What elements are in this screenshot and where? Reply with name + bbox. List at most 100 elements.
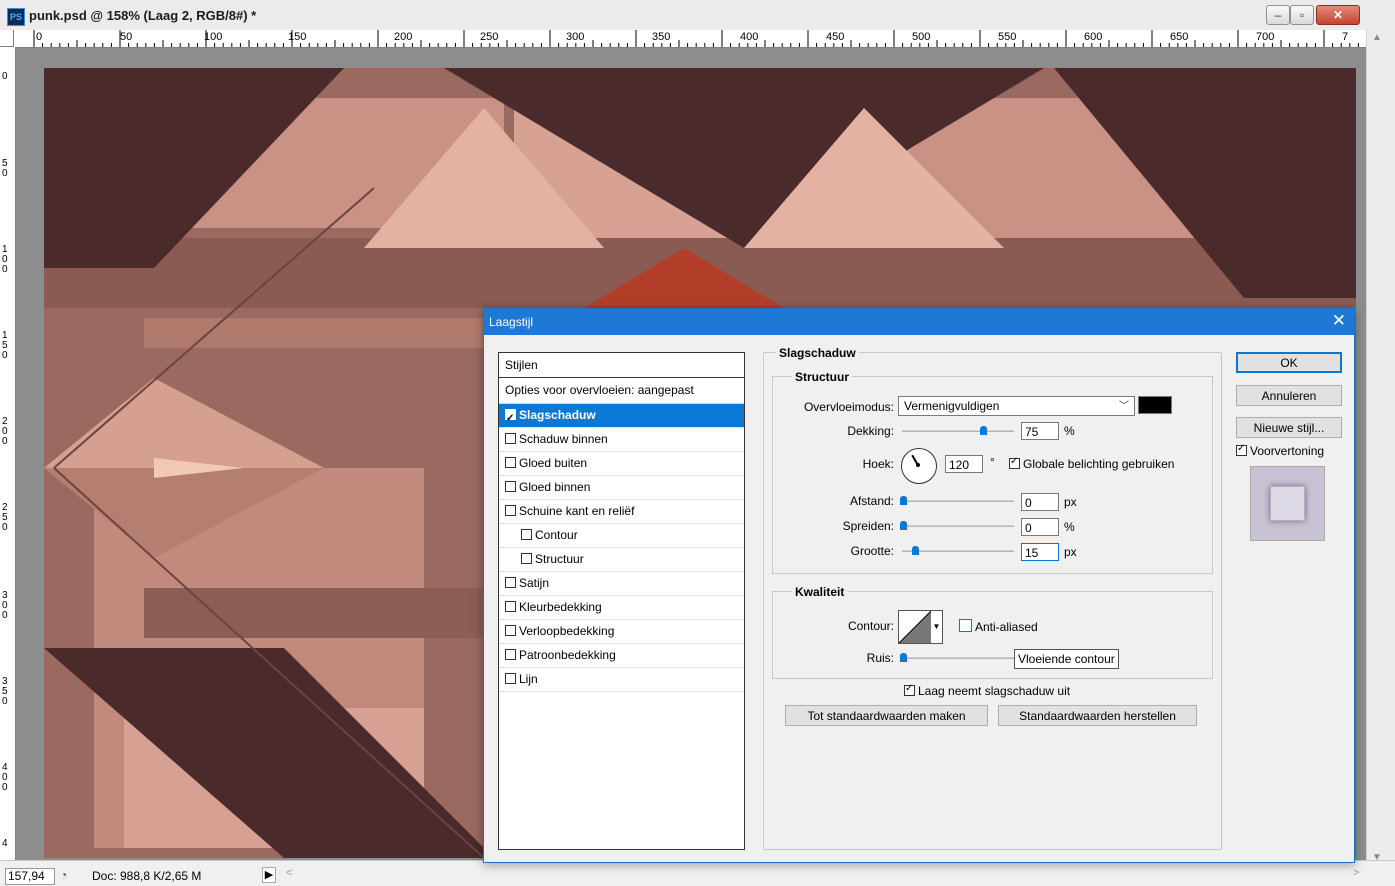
style-item-stroke[interactable]: Lijn [499,668,744,692]
minimize-button[interactable]: – [1266,5,1290,25]
cancel-button[interactable]: Annuleren [1236,385,1342,406]
chevron-down-icon: ﹀ [1119,401,1129,412]
style-item-label: Contour [535,528,578,542]
distance-input[interactable]: 0 [1021,493,1059,511]
style-item-outer-glow[interactable]: Gloed buiten [499,452,744,476]
vertical-ruler[interactable]: 0 50 100 150 200 250 300 350 400 4 [0,47,16,860]
global-light-checkbox[interactable] [1009,456,1020,469]
distance-slider-track[interactable] [902,500,1014,502]
noise-slider-thumb[interactable] [900,653,907,662]
dialog-close-icon[interactable]: ✕ [1332,311,1346,331]
distance-slider-thumb[interactable] [900,496,907,505]
blend-mode-label: Overvloeimodus: [803,400,894,414]
opacity-slider-track[interactable] [902,430,1014,432]
status-info-icon[interactable]: ◔ [60,868,67,882]
spread-slider-thumb[interactable] [900,521,907,530]
style-checkbox[interactable] [505,457,516,468]
style-item-label: Schuine kant en reliëf [519,504,635,518]
zoom-level-field[interactable]: 157,94 [5,868,55,885]
style-item-label: Patroonbedekking [519,648,616,662]
ruler-label: 400 [740,31,759,43]
spread-label: Spreiden: [842,519,894,533]
size-label: Grootte: [850,544,894,558]
preview-checkbox[interactable] [1236,443,1247,456]
style-item-inner-glow[interactable]: Gloed binnen [499,476,744,500]
blending-options-item[interactable]: Opties voor overvloeien: aangepast [499,378,744,404]
blend-mode-value: Vermenigvuldigen [904,399,1000,413]
global-light-label: Globale belichting gebruiken [1023,457,1175,471]
size-slider-thumb[interactable] [912,546,919,555]
maximize-button[interactable]: ▫ [1290,5,1314,25]
style-item-drop-shadow[interactable]: Slagschaduw [499,404,744,430]
style-item-inner-shadow[interactable]: Schaduw binnen [499,428,744,452]
knocks-out-checkbox[interactable] [904,683,915,696]
knocks-out-checkbox-wrapper[interactable]: Laag neemt slagschaduw uit [904,683,1070,698]
ruler-label: 250 [480,31,499,43]
styles-list: Stijlen Opties voor overvloeien: aangepa… [498,352,745,850]
style-checkbox[interactable] [505,673,516,684]
style-item-color-overlay[interactable]: Kleurbedekking [499,596,744,620]
make-default-button[interactable]: Tot standaardwaarden maken [785,705,988,726]
style-checkbox[interactable] [505,505,516,516]
angle-input[interactable]: 120 [945,455,983,473]
style-item-satin[interactable]: Satijn [499,572,744,596]
spread-input[interactable]: 0 [1021,518,1059,536]
anti-aliased-checkbox[interactable] [959,619,972,632]
horizontal-ruler[interactable]: 0 50 100 150 200 250 300 350 400 450 500… [14,30,1366,48]
preview-checkbox-wrapper[interactable]: Voorvertoning [1236,443,1324,458]
contour-preview[interactable] [898,610,932,644]
contour-dropdown-arrow-icon[interactable]: ▼ [931,610,943,644]
style-item-label: Satijn [519,576,550,590]
noise-slider-track[interactable] [902,657,1014,659]
style-checkbox[interactable] [505,433,516,444]
ruler-label: 350 [652,31,671,43]
style-item-texture[interactable]: Structuur [499,548,744,572]
global-light-checkbox-wrapper[interactable]: Globale belichting gebruiken [1009,456,1175,471]
ruler-label: 0 [2,71,8,82]
contour-label: Contour: [847,619,894,633]
blend-mode-select[interactable]: Vermenigvuldigen ﹀ [898,396,1135,416]
dialog-title-bar[interactable]: Laagstijl ✕ [484,309,1354,335]
style-item-label: Structuur [535,552,584,566]
contour-tooltip: Vloeiende contour [1014,649,1119,669]
style-checkbox[interactable] [505,649,516,660]
opacity-input[interactable]: 75 [1021,422,1059,440]
size-input[interactable]: 15 [1021,543,1059,561]
ruler-label: 500 [912,31,931,43]
ruler-label: 350 [2,676,8,707]
style-checkbox[interactable] [521,553,532,564]
style-item-gradient-overlay[interactable]: Verloopbedekking [499,620,744,644]
status-menu-arrow-icon[interactable]: ▶ [262,867,276,883]
style-item-pattern-overlay[interactable]: Patroonbedekking [499,644,744,668]
anti-aliased-checkbox-wrapper[interactable]: Anti-aliased [959,619,1038,634]
shadow-color-swatch[interactable] [1138,396,1172,414]
style-checkbox[interactable] [505,577,516,588]
ruler-origin[interactable] [0,30,14,47]
reset-default-button[interactable]: Standaardwaarden herstellen [998,705,1197,726]
ok-button[interactable]: OK [1236,352,1342,373]
new-style-button[interactable]: Nieuwe stijl... [1236,417,1342,438]
spread-slider-track[interactable] [902,525,1014,527]
style-checkbox[interactable] [505,601,516,612]
close-window-button[interactable]: ✕ [1316,5,1360,25]
photoshop-app-icon: PS [7,8,25,26]
style-item-contour[interactable]: Contour [499,524,744,548]
scroll-left-arrow-icon[interactable]: < [286,867,292,879]
dialog-title: Laagstijl [489,315,534,329]
scroll-right-arrow-icon[interactable]: > [1353,867,1359,879]
style-checkbox[interactable] [505,625,516,636]
style-checkbox[interactable] [521,529,532,540]
ruler-label: 100 [2,244,8,275]
style-checkbox[interactable] [505,407,516,430]
vertical-scrollbar[interactable] [1366,30,1395,860]
styles-header[interactable]: Stijlen [499,353,744,378]
style-item-label: Schaduw binnen [519,432,608,446]
style-item-label: Verloopbedekking [519,624,615,638]
scroll-up-arrow-icon[interactable]: ▲ [1372,32,1382,43]
section-title: Slagschaduw [776,346,859,360]
style-item-bevel-emboss[interactable]: Schuine kant en reliëf [499,500,744,524]
opacity-slider-thumb[interactable] [980,426,987,435]
style-checkbox[interactable] [505,481,516,492]
style-preview [1250,466,1325,541]
angle-dial[interactable] [901,448,937,484]
